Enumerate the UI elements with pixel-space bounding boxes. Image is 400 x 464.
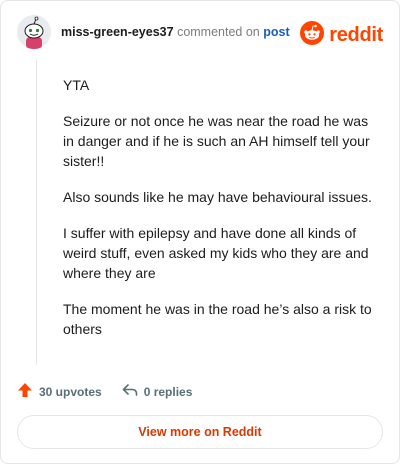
upvote-arrow-icon — [17, 382, 39, 401]
comment-body: YTA Seizure or not once he was near the … — [63, 75, 381, 355]
comment-paragraph: I suffer with epilepsy and have done all… — [63, 225, 369, 281]
reddit-brand[interactable]: reddit — [300, 21, 383, 50]
comment-paragraph: Also sounds like he may have behavioural… — [63, 189, 372, 205]
reply-arrow-icon — [122, 382, 144, 401]
reddit-logo-icon — [300, 21, 325, 50]
upvote-count: 30 upvotes — [39, 384, 102, 399]
comment-paragraph: YTA — [63, 77, 90, 93]
comment-paragraph: The moment he was in the road he’s also … — [63, 301, 372, 337]
comment-actions: 30 upvotes 0 replies — [17, 382, 192, 401]
action-text: commented on — [177, 25, 260, 39]
username-link[interactable]: miss-green-eyes37 — [61, 25, 174, 39]
comment-meta: miss-green-eyes37 commented on post — [61, 25, 290, 39]
comment-header: miss-green-eyes37 commented on post redd… — [17, 15, 383, 55]
snoo-avatar-icon[interactable] — [17, 15, 51, 49]
upvote-button[interactable]: 30 upvotes — [17, 382, 102, 401]
reddit-wordmark: reddit — [329, 24, 383, 46]
reply-button[interactable]: 0 replies — [122, 382, 193, 401]
comment-paragraph: Seizure or not once he was near the road… — [63, 113, 370, 169]
thread-line — [36, 59, 37, 365]
post-link[interactable]: post — [263, 25, 289, 39]
reply-count: 0 replies — [143, 384, 193, 399]
view-more-button[interactable]: View more on Reddit — [17, 415, 383, 449]
embedded-comment-card: miss-green-eyes37 commented on post redd… — [0, 0, 400, 464]
